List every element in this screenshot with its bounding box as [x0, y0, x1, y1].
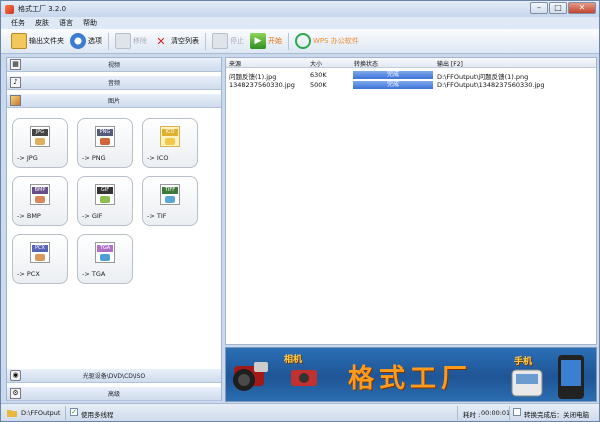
- task-list-header: 来源 大小 转换状态 输出 [F2]: [226, 58, 596, 68]
- elapsed-label: 耗时 :: [463, 411, 481, 419]
- jpg-file-icon: JPG: [30, 126, 50, 147]
- start-button[interactable]: ▶ 开始: [250, 31, 282, 52]
- category-advanced[interactable]: ⚙ 高级: [7, 387, 221, 401]
- category-panel: ▦ 视频 ♪ 音频 图片 JPG -> JPG PNG -> PNG ICO -…: [6, 57, 222, 401]
- ico-file-icon: ICO: [160, 126, 180, 147]
- stop-button[interactable]: 停止: [212, 31, 244, 52]
- category-video[interactable]: ▦ 视频: [7, 58, 221, 72]
- options-button[interactable]: 选项: [70, 31, 102, 52]
- format-ico-button[interactable]: ICO -> ICO: [142, 118, 198, 168]
- options-gear-icon: [70, 33, 86, 49]
- image-format-grid: JPG -> JPG PNG -> PNG ICO -> ICO BMP -> …: [7, 111, 221, 371]
- clear-list-button[interactable]: ✕ 清空列表: [153, 31, 199, 52]
- banner-title: 格式工厂: [348, 364, 473, 394]
- camera-caption: 相机: [284, 355, 303, 365]
- menu-skin[interactable]: 皮肤: [35, 18, 49, 28]
- tif-file-icon: TIFF: [160, 184, 180, 205]
- gif-file-icon: GIF: [95, 184, 115, 205]
- multithread-checkbox[interactable]: ✓: [70, 408, 78, 416]
- start-play-icon: ▶: [250, 33, 266, 49]
- clear-x-icon: ✕: [156, 34, 166, 48]
- phone-caption: 手机: [514, 357, 533, 367]
- format-pcx-button[interactable]: PCX -> PCX: [12, 234, 68, 284]
- toolbar-separator: [288, 32, 289, 50]
- menu-help[interactable]: 帮助: [83, 18, 97, 28]
- toolbar-separator: [108, 32, 109, 50]
- menu-language[interactable]: 语言: [59, 18, 73, 28]
- category-audio[interactable]: ♪ 音频: [7, 76, 221, 90]
- app-logo-icon: [5, 4, 14, 14]
- output-path[interactable]: D:\FFOutput: [21, 409, 60, 417]
- output-folder-button[interactable]: 输出文件夹: [11, 31, 64, 52]
- shutdown-checkbox[interactable]: [513, 408, 521, 416]
- folder-icon: [11, 33, 27, 49]
- bmp-file-icon: BMP: [30, 184, 50, 205]
- category-image[interactable]: 图片: [7, 94, 221, 108]
- task-output: D:\FFOutput\1348237560330.jpg: [437, 81, 545, 89]
- multithread-label: 使用多线程: [81, 411, 114, 419]
- app-window: 格式工厂 3.2.0 – □ ✕ 任务 皮肤 语言 帮助 输出文件夹 选项 移除…: [0, 0, 600, 422]
- stop-icon: [212, 33, 228, 49]
- task-status-badge: 完成: [353, 81, 433, 89]
- window-title: 格式工厂 3.2.0: [18, 5, 67, 13]
- title-bar: 格式工厂 3.2.0 – □ ✕: [1, 1, 599, 17]
- smartphone-icon: [558, 355, 584, 399]
- task-source: 1348237560330.jpg: [229, 81, 295, 89]
- task-row[interactable]: 问题反馈(1).jpg 630K 完成 D:\FFOutput\问题反馈(1).…: [226, 70, 596, 81]
- format-jpg-button[interactable]: JPG -> JPG: [12, 118, 68, 168]
- column-source[interactable]: 来源: [229, 59, 241, 68]
- close-button[interactable]: ✕: [568, 2, 596, 14]
- handheld-device-icon: [511, 369, 543, 397]
- elapsed-time: 00:00:01: [481, 409, 511, 417]
- task-size: 500K: [310, 81, 327, 89]
- format-tga-button[interactable]: TGA -> TGA: [77, 234, 133, 284]
- toolbar-separator: [205, 32, 206, 50]
- format-bmp-button[interactable]: BMP -> BMP: [12, 176, 68, 226]
- column-status[interactable]: 转换状态: [354, 59, 378, 68]
- task-row[interactable]: 1348237560330.jpg 500K 完成 D:\FFOutput\13…: [226, 80, 596, 90]
- format-png-button[interactable]: PNG -> PNG: [77, 118, 133, 168]
- status-bar: D:\FFOutput ✓ 使用多线程 耗时 : 00:00:01 转换完成后：…: [1, 403, 599, 421]
- minimize-button[interactable]: –: [530, 2, 548, 14]
- wps-office-button[interactable]: WPS 办公软件: [295, 31, 359, 52]
- format-tif-button[interactable]: TIFF -> TIF: [142, 176, 198, 226]
- toolbar: 输出文件夹 选项 移除 ✕ 清空列表 停止 ▶ 开始 WPS 办公软件: [1, 29, 599, 54]
- category-rom-device[interactable]: ◉ 光驱设备\DVD\CD\ISO: [7, 369, 221, 383]
- task-status-badge: 完成: [353, 71, 433, 79]
- maximize-button[interactable]: □: [549, 2, 567, 14]
- ad-banner[interactable]: 相机 格式工厂 手机: [225, 347, 597, 402]
- png-file-icon: PNG: [95, 126, 115, 147]
- wps-logo-icon: [295, 33, 311, 49]
- task-size: 630K: [310, 71, 327, 79]
- format-gif-button[interactable]: GIF -> GIF: [77, 176, 133, 226]
- column-output[interactable]: 输出 [F2]: [437, 59, 463, 68]
- tga-file-icon: TGA: [95, 242, 115, 263]
- after-convert-label: 转换完成后：关闭电脑: [524, 411, 589, 419]
- menu-task[interactable]: 任务: [11, 18, 25, 28]
- remove-icon: [115, 33, 131, 49]
- output-folder-icon: [7, 410, 17, 417]
- camcorder-icon: [233, 362, 268, 391]
- pcx-file-icon: PCX: [30, 242, 50, 263]
- remove-button[interactable]: 移除: [115, 31, 147, 52]
- digital-camera-icon: [291, 370, 317, 386]
- task-list: 来源 大小 转换状态 输出 [F2] 问题反馈(1).jpg 630K 完成 D…: [225, 57, 597, 345]
- menu-bar: 任务 皮肤 语言 帮助: [1, 17, 599, 29]
- column-size[interactable]: 大小: [310, 59, 322, 68]
